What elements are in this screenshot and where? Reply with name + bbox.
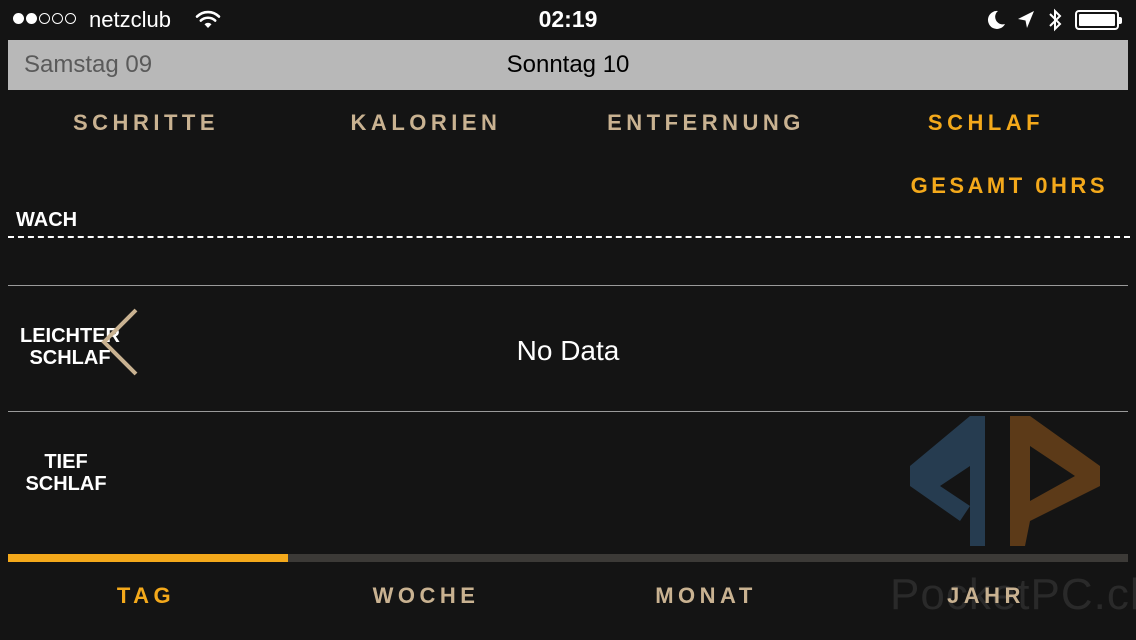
tab-jahr[interactable]: JAHR (846, 583, 1126, 609)
current-date: Sonntag 10 (506, 51, 630, 78)
status-time: 02:19 (538, 6, 598, 32)
tab-schlaf[interactable]: SCHLAF (846, 110, 1126, 136)
watermark-logo (910, 416, 1100, 546)
row-label-line: TIEF (44, 451, 88, 473)
no-data-message: No Data (516, 335, 620, 366)
tab-woche[interactable]: WOCHE (286, 583, 566, 609)
tab-monat[interactable]: MONAT (566, 583, 846, 609)
period-indicator-fill (8, 554, 288, 562)
battery-nub (1119, 17, 1122, 24)
tab-entfernung[interactable]: ENTFERNUNG (566, 110, 846, 136)
tab-schritte[interactable]: SCHRITTE (6, 110, 286, 136)
row-label-awake: WACH (16, 209, 78, 231)
divider-line (8, 285, 1128, 286)
row-label-deep-sleep: TIEF SCHLAF (10, 451, 122, 495)
moon-icon (987, 10, 1005, 29)
period-indicator-track (8, 554, 1128, 562)
row-label-line: SCHLAF (25, 473, 107, 495)
battery-fill (1079, 14, 1115, 26)
battery-icon (1075, 10, 1122, 30)
tab-tag[interactable]: TAG (6, 583, 286, 609)
tab-kalorien[interactable]: KALORIEN (286, 110, 566, 136)
total-sleep-label: GESAMT 0HRS (910, 173, 1108, 198)
date-bar: Samstag 09 Sonntag 10 (8, 40, 1128, 90)
status-bar: netzclub 02:19 (0, 0, 1136, 40)
awake-dashed-line (8, 236, 1130, 238)
bluetooth-icon (1049, 8, 1062, 32)
location-arrow-icon (1018, 11, 1034, 28)
